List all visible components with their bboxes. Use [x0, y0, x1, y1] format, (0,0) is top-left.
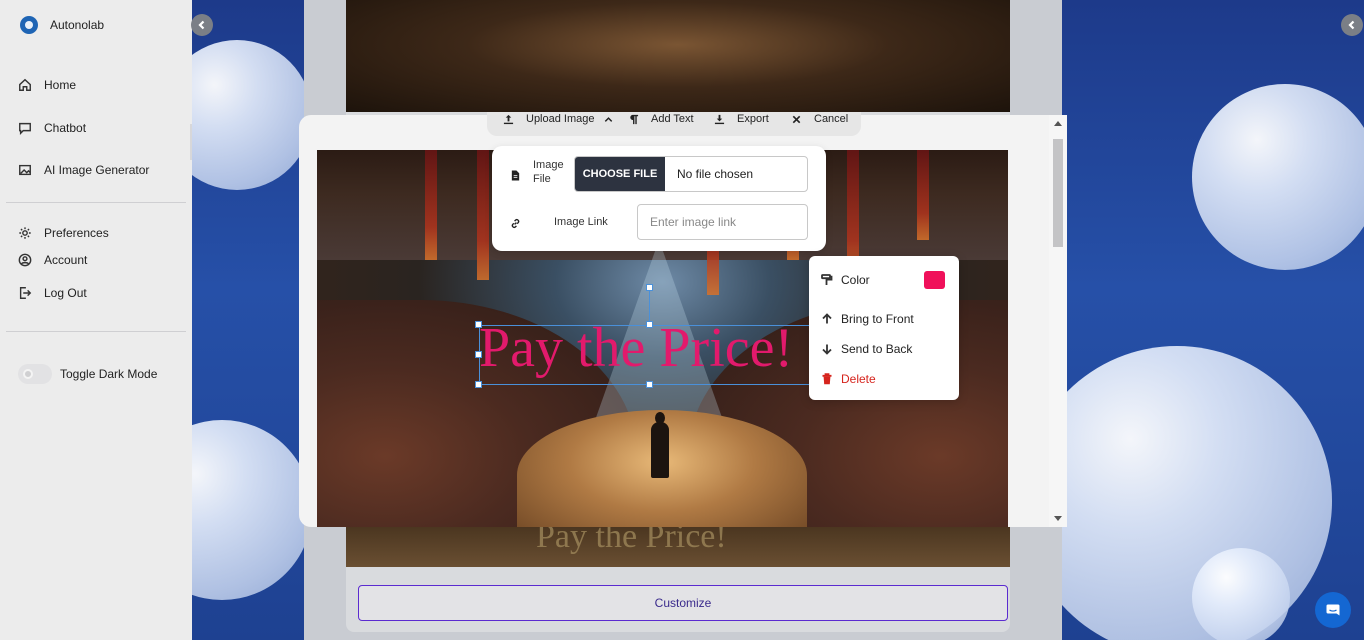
sidebar-item-ai-image-generator[interactable]: AI Image Generator: [18, 163, 149, 177]
color-swatch[interactable]: [924, 271, 945, 289]
chevron-left-icon: [1348, 20, 1355, 30]
arrow-up-icon: [822, 313, 832, 324]
resize-handle[interactable]: [475, 321, 482, 328]
file-icon: [510, 168, 521, 186]
cancel-label: Cancel: [814, 113, 849, 125]
editor-toolbar: Upload Image Add Text Export Cancel: [487, 112, 861, 136]
sidebar-item-label: Log Out: [44, 286, 87, 300]
choose-file-button[interactable]: CHOOSE FILE: [575, 157, 665, 191]
scroll-down-arrow[interactable]: [1054, 516, 1062, 521]
resize-handle[interactable]: [475, 351, 482, 358]
bubble-decoration: [192, 420, 312, 600]
arrow-down-icon: [822, 344, 832, 355]
sidebar: Autonolab Home Chatbot AI Image Generato…: [0, 0, 193, 640]
export-button[interactable]: Export: [714, 112, 769, 126]
bring-to-front-menu-item[interactable]: Bring to Front: [821, 312, 914, 326]
banner-decoration: [425, 150, 437, 260]
paragraph-icon: [630, 114, 639, 124]
sidebar-item-preferences[interactable]: Preferences: [18, 226, 109, 240]
delete-menu-item[interactable]: Delete: [821, 372, 876, 386]
add-text-button[interactable]: Add Text: [628, 112, 694, 126]
rotation-handle[interactable]: [646, 284, 653, 291]
sidebar-divider: [6, 202, 186, 203]
logout-icon: [19, 287, 32, 299]
sidebar-item-label: Chatbot: [44, 121, 87, 135]
upload-image-popover: Image File CHOOSE FILE No file chosen Im…: [492, 146, 826, 251]
image-link-label: Image Link: [554, 216, 608, 228]
toggle-label: Toggle Dark Mode: [60, 367, 158, 381]
support-chat-button[interactable]: [1315, 592, 1351, 628]
sidebar-item-label: AI Image Generator: [44, 163, 150, 177]
link-icon: [510, 216, 521, 234]
chevron-left-icon: [198, 20, 205, 30]
upload-image-button[interactable]: Upload Image: [503, 112, 614, 126]
image-file-label: Image File: [533, 159, 564, 185]
bring-to-front-label: Bring to Front: [841, 312, 914, 326]
bubble-decoration: [1192, 548, 1290, 640]
rotation-handle-line: [649, 288, 650, 324]
gear-icon: [19, 227, 31, 239]
home-icon: [19, 78, 31, 91]
sidebar-item-label: Account: [44, 253, 88, 267]
selection-box: [479, 325, 811, 385]
brand-name: Autonolab: [50, 18, 105, 32]
add-text-label: Add Text: [651, 113, 694, 125]
color-menu-item[interactable]: Color: [821, 273, 870, 287]
collapse-sidebar-button[interactable]: [191, 14, 213, 36]
delete-label: Delete: [841, 372, 876, 386]
chevron-up-icon: [604, 116, 612, 122]
upload-icon: [503, 114, 514, 124]
sidebar-divider: [6, 331, 186, 332]
image-file-input[interactable]: CHOOSE FILE No file chosen: [574, 156, 808, 192]
trash-icon: [822, 373, 832, 385]
color-label: Color: [841, 273, 870, 287]
download-icon: [714, 114, 725, 124]
modal-scrollbar[interactable]: [1049, 115, 1067, 527]
chat-icon: [19, 122, 31, 135]
sidebar-item-home[interactable]: Home: [18, 78, 76, 92]
chat-bubble-icon: [1326, 604, 1340, 616]
text-context-menu: Color Bring to Front Send to Back Delete: [809, 256, 959, 400]
resize-handle[interactable]: [646, 321, 653, 328]
toggle-knob: [23, 369, 33, 379]
resize-handle[interactable]: [475, 381, 482, 388]
toggle-switch[interactable]: [18, 364, 52, 384]
image-link-input[interactable]: [637, 204, 808, 240]
generated-image-preview: [346, 0, 1010, 112]
bubble-decoration: [1192, 84, 1364, 270]
sidebar-item-logout[interactable]: Log Out: [18, 286, 87, 300]
bubble-decoration: [192, 40, 312, 190]
lone-figure: [651, 412, 669, 478]
image-icon: [19, 164, 31, 176]
user-icon: [18, 253, 32, 267]
scroll-up-arrow[interactable]: [1054, 121, 1062, 126]
scroll-thumb[interactable]: [1053, 139, 1063, 247]
send-to-back-label: Send to Back: [841, 342, 913, 356]
cancel-button[interactable]: Cancel: [791, 112, 848, 126]
sidebar-item-chatbot[interactable]: Chatbot: [18, 121, 86, 135]
banner-decoration: [477, 150, 489, 280]
collapse-right-panel-button[interactable]: [1341, 14, 1363, 36]
brand-logo-icon: [20, 16, 38, 34]
banner-decoration: [917, 150, 929, 240]
brand[interactable]: Autonolab: [20, 16, 104, 34]
resize-handle[interactable]: [646, 381, 653, 388]
customize-button[interactable]: Customize: [358, 585, 1008, 621]
file-status-text: No file chosen: [677, 167, 754, 181]
dark-mode-toggle[interactable]: Toggle Dark Mode: [18, 364, 157, 384]
upload-image-label: Upload Image: [526, 113, 595, 125]
sidebar-item-account[interactable]: Account: [18, 253, 87, 267]
close-icon: [792, 115, 801, 123]
send-to-back-menu-item[interactable]: Send to Back: [821, 342, 912, 356]
sidebar-item-label: Preferences: [44, 226, 109, 240]
export-label: Export: [737, 113, 769, 125]
paint-roller-icon: [821, 274, 833, 285]
sidebar-item-label: Home: [44, 78, 77, 92]
